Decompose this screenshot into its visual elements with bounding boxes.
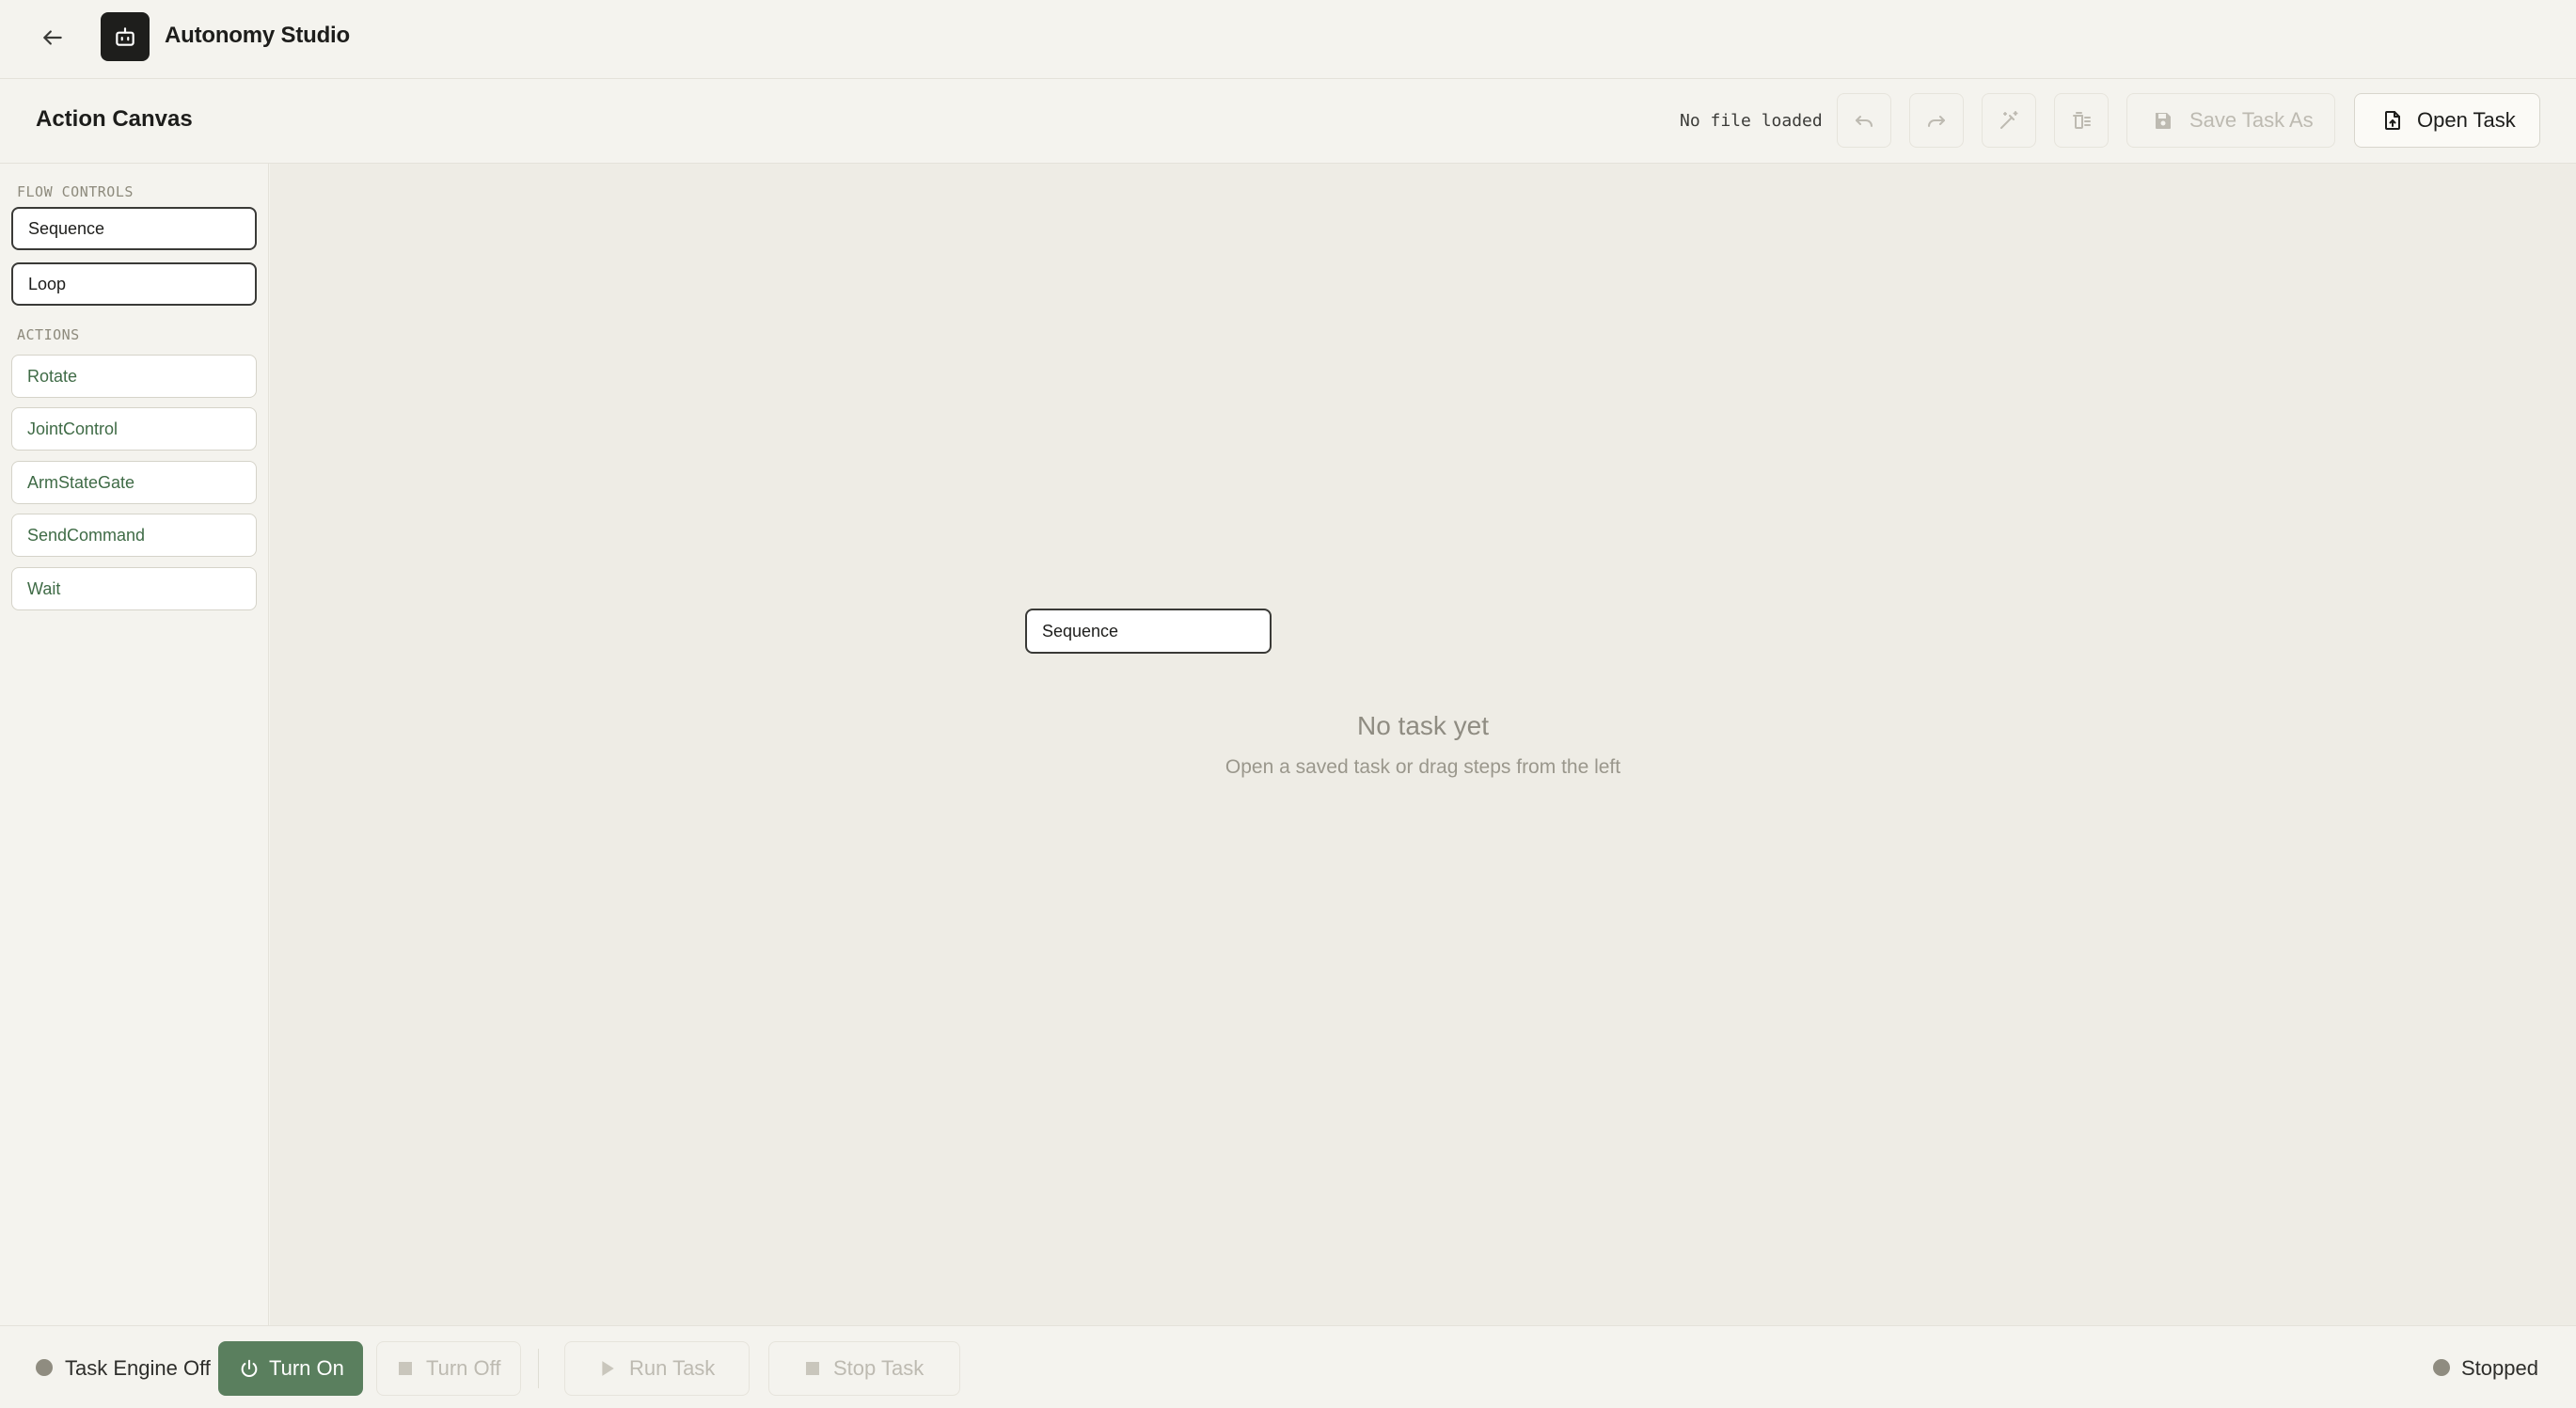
turn-on-button[interactable]: Turn On — [218, 1341, 363, 1396]
run-task-label: Run Task — [629, 1356, 716, 1380]
palette-item-rotate[interactable]: Rotate — [11, 355, 257, 398]
arrow-left-icon — [43, 30, 62, 45]
action-canvas[interactable]: Sequence No task yet Open a saved task o… — [270, 164, 2576, 1325]
run-status-dot — [2433, 1359, 2450, 1376]
clear-list-icon — [2073, 112, 2091, 129]
open-task-button[interactable]: Open Task — [2354, 93, 2540, 148]
engine-control-bar: Task Engine Off Turn On Turn Off Run Tas… — [0, 1325, 2576, 1408]
actions-heading: ACTIONS — [17, 326, 80, 343]
canvas-toolbar: Action Canvas No file loaded Save Task A… — [0, 79, 2576, 164]
auto-layout-button[interactable] — [1982, 93, 2036, 148]
empty-state-subtitle: Open a saved task or drag steps from the… — [1225, 756, 1621, 778]
engine-status-label: Task Engine Off — [65, 1356, 211, 1380]
palette-item-armstategate[interactable]: ArmStateGate — [11, 461, 257, 504]
redo-button[interactable] — [1909, 93, 1964, 148]
redo-icon — [1928, 116, 1945, 127]
run-status-label: Stopped — [2461, 1356, 2538, 1380]
stop-task-button[interactable]: Stop Task — [768, 1341, 960, 1396]
bottom-divider — [538, 1349, 539, 1388]
turn-off-label: Turn Off — [426, 1356, 501, 1380]
play-icon — [602, 1361, 614, 1376]
power-icon — [241, 1359, 258, 1377]
file-open-icon — [2385, 111, 2400, 130]
palette-item-sequence[interactable]: Sequence — [11, 207, 257, 250]
save-task-as-button[interactable]: Save Task As — [2126, 93, 2335, 148]
save-icon — [2156, 113, 2171, 129]
stop-square-icon — [399, 1362, 412, 1375]
run-task-button[interactable]: Run Task — [564, 1341, 750, 1396]
step-palette: FLOW CONTROLS Sequence Loop ACTIONS Rota… — [0, 164, 269, 1325]
engine-status-dot — [36, 1359, 53, 1376]
palette-item-sendcommand[interactable]: SendCommand — [11, 514, 257, 557]
empty-state-title: No task yet — [1356, 711, 1490, 740]
open-task-label: Open Task — [2417, 108, 2516, 132]
app-title: Autonomy Studio — [165, 23, 350, 48]
palette-item-loop[interactable]: Loop — [11, 262, 257, 306]
palette-item-wait[interactable]: Wait — [11, 567, 257, 610]
undo-icon — [1856, 116, 1873, 127]
turn-off-button[interactable]: Turn Off — [376, 1341, 521, 1396]
app-logo — [101, 12, 150, 61]
sequence-node[interactable]: Sequence — [1025, 609, 1272, 654]
stop-square-icon — [806, 1362, 819, 1375]
undo-button[interactable] — [1837, 93, 1891, 148]
magic-wand-icon — [2000, 111, 2018, 129]
flow-controls-heading: FLOW CONTROLS — [17, 183, 134, 200]
canvas-title: Action Canvas — [36, 106, 193, 132]
turn-on-label: Turn On — [269, 1356, 344, 1380]
clear-canvas-button[interactable] — [2054, 93, 2109, 148]
stop-task-label: Stop Task — [833, 1356, 925, 1380]
back-button[interactable] — [34, 19, 71, 56]
palette-item-jointcontrol[interactable]: JointControl — [11, 407, 257, 451]
file-status: No file loaded — [1680, 111, 1823, 131]
robot-icon — [116, 27, 134, 46]
app-header: Autonomy Studio — [0, 0, 2576, 79]
save-task-as-label: Save Task As — [2189, 108, 2314, 132]
